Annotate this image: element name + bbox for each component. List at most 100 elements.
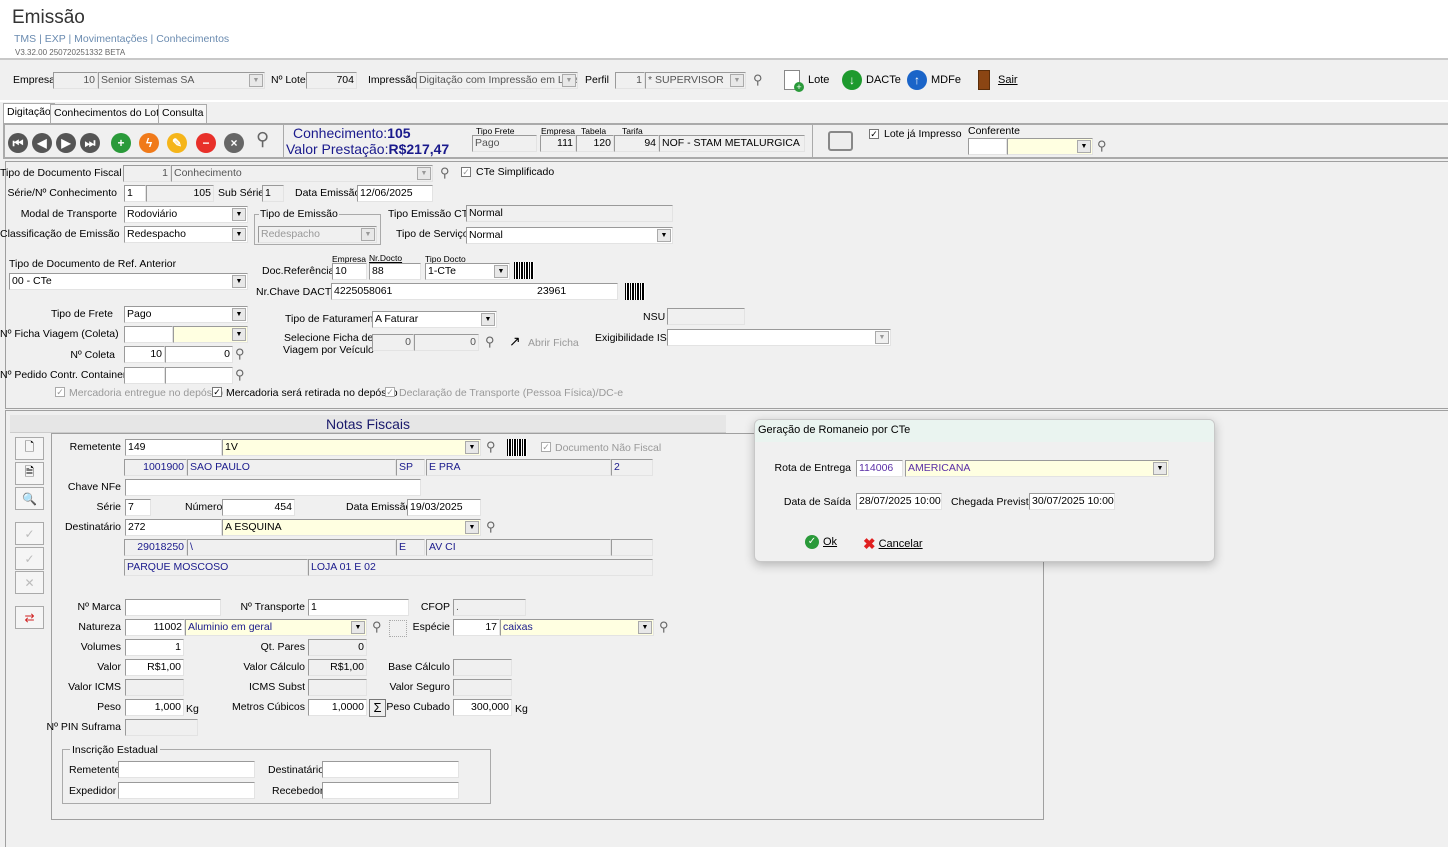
chevron-down-icon[interactable]: ▼: [465, 521, 479, 534]
chave-nfe-field[interactable]: [125, 479, 421, 496]
abrir-ficha-link[interactable]: Abrir Ficha: [528, 336, 579, 350]
docref-empresa-field[interactable]: 10: [332, 263, 367, 280]
exigibilidade-select[interactable]: ▼: [667, 329, 891, 346]
ie-recebedor-field[interactable]: [322, 782, 459, 799]
ref-anterior-select[interactable]: 00 - CTe ▼: [9, 273, 248, 290]
metros-field[interactable]: 1,0000: [308, 699, 367, 716]
numero-field[interactable]: 454: [222, 499, 295, 516]
saida-field[interactable]: 28/07/2025 10:00: [856, 493, 942, 510]
especie-select[interactable]: caixas ▼: [500, 619, 654, 636]
barcode-icon[interactable]: [625, 283, 645, 300]
doc-nao-fiscal-checkbox[interactable]: ✓: [541, 442, 551, 452]
transporte-field[interactable]: 1: [308, 599, 409, 616]
coleta-b[interactable]: 0: [165, 346, 233, 363]
tipo-servico-select[interactable]: Normal ▼: [466, 227, 673, 244]
cancelar-button[interactable]: ✖ Cancelar: [863, 535, 923, 553]
destinatario-code[interactable]: 272: [125, 519, 222, 536]
especie-code[interactable]: 17: [453, 619, 500, 636]
chevron-down-icon[interactable]: ▼: [657, 229, 671, 242]
barcode-icon[interactable]: [514, 262, 534, 279]
confirm-all-button[interactable]: ✓: [15, 547, 44, 570]
tab-digitacao[interactable]: Digitação: [3, 103, 55, 123]
chevron-down-icon[interactable]: ▼: [638, 621, 652, 634]
chevron-down-icon[interactable]: ▼: [465, 441, 479, 454]
ficha-viagem-code[interactable]: [124, 326, 173, 343]
classificacao-select[interactable]: Redespacho ▼: [124, 226, 248, 243]
chevron-down-icon[interactable]: ▼: [730, 74, 744, 87]
chevron-down-icon[interactable]: ▼: [494, 265, 508, 278]
search-icon[interactable]: ⚲: [1097, 139, 1111, 153]
conferente-code[interactable]: [968, 138, 1007, 155]
printer-icon[interactable]: [828, 131, 853, 151]
tipo-doc-select[interactable]: Conhecimento ▼: [171, 165, 433, 182]
remetente-code[interactable]: 149: [125, 439, 222, 456]
docref-nrdocto-field[interactable]: 88: [369, 263, 421, 280]
chegada-field[interactable]: 30/07/2025 10:00: [1029, 493, 1115, 510]
serie-field[interactable]: 1: [124, 185, 146, 202]
retirada-checkbox[interactable]: ✓: [212, 387, 222, 397]
chevron-down-icon[interactable]: ▼: [232, 275, 246, 288]
destinatario-select[interactable]: A ESQUINA ▼: [222, 519, 481, 536]
coleta-a[interactable]: 10: [124, 346, 165, 363]
dacte-button[interactable]: ↓ DACTe: [842, 70, 901, 90]
next-record-icon[interactable]: ▶: [56, 133, 76, 153]
peso-field[interactable]: 1,000: [125, 699, 184, 716]
breadcrumb[interactable]: TMS | EXP | Movimentações | Conhecimento…: [14, 33, 229, 45]
pedido-b[interactable]: [165, 367, 233, 384]
tipo-frete-select[interactable]: Pago ▼: [124, 306, 248, 323]
peso-cubado-field[interactable]: 300,000: [453, 699, 512, 716]
chevron-down-icon[interactable]: ▼: [562, 74, 576, 87]
search-icon[interactable]: ⚲: [372, 620, 386, 634]
ficha-viagem-select[interactable]: ▼: [173, 326, 248, 343]
search-icon[interactable]: ⚲: [753, 73, 767, 87]
empresa-select[interactable]: Senior Sistemas SA ▼: [98, 72, 265, 89]
conferente-select[interactable]: ▼: [1007, 138, 1093, 155]
chevron-down-icon[interactable]: ▼: [875, 331, 889, 344]
data-emissao-field[interactable]: 12/06/2025: [357, 185, 433, 202]
chevron-down-icon[interactable]: ▼: [232, 308, 246, 321]
cte-simplificado-checkbox[interactable]: ✓: [461, 167, 471, 177]
lightning-icon[interactable]: ϟ: [139, 133, 159, 153]
rota-select[interactable]: AMERICANA ▼: [905, 460, 1169, 477]
tab-consulta[interactable]: Consulta: [158, 104, 208, 123]
last-record-icon[interactable]: ⏭: [80, 133, 100, 153]
chevron-down-icon[interactable]: ▼: [1077, 140, 1091, 153]
search-icon[interactable]: ⚲: [485, 335, 499, 349]
chave-dacte-field[interactable]: 4225058061 23961: [331, 283, 618, 300]
ok-button[interactable]: ✓ Ok: [805, 535, 837, 549]
first-record-icon[interactable]: ⏮: [8, 133, 28, 153]
add-icon[interactable]: +: [111, 133, 131, 153]
natureza-code[interactable]: 11002: [125, 619, 185, 636]
search-icon[interactable]: ⚲: [235, 347, 249, 361]
remove-button[interactable]: ✕: [15, 571, 44, 594]
search-icon[interactable]: ⚲: [440, 166, 454, 180]
perfil-select[interactable]: * SUPERVISOR ▼: [645, 72, 746, 89]
lote-impresso-checkbox[interactable]: ✓: [869, 129, 879, 139]
tab-conhecimentos-do-lote[interactable]: Conhecimentos do Lote: [50, 104, 169, 123]
docref-tipo-select[interactable]: 1-CTe ▼: [425, 263, 510, 280]
lote-button[interactable]: + Lote: [784, 70, 829, 92]
ie-remetente-field[interactable]: [118, 761, 255, 778]
chevron-down-icon[interactable]: ▼: [249, 74, 263, 87]
chevron-down-icon[interactable]: ▼: [232, 228, 246, 241]
chevron-down-icon[interactable]: ▼: [351, 621, 365, 634]
search-icon[interactable]: ⚲: [659, 620, 673, 634]
mdfe-button[interactable]: ↑ MDFe: [907, 70, 961, 90]
edit-icon[interactable]: ✎: [167, 133, 187, 153]
delete-icon[interactable]: −: [196, 133, 216, 153]
chevron-down-icon[interactable]: ▼: [232, 208, 246, 221]
cancel-icon[interactable]: ×: [224, 133, 244, 153]
rota-code[interactable]: 114006: [856, 460, 903, 477]
modal-select[interactable]: Rodoviário ▼: [124, 206, 248, 223]
data-emissao-field[interactable]: 19/03/2025: [407, 499, 481, 516]
declaracao-checkbox[interactable]: ✓: [385, 387, 395, 397]
entregue-checkbox[interactable]: ✓: [55, 387, 65, 397]
serie-field[interactable]: 7: [125, 499, 151, 516]
search-icon[interactable]: ⚲: [486, 520, 500, 534]
search-icon[interactable]: ⚲: [256, 130, 270, 148]
ie-destinatario-field[interactable]: [322, 761, 459, 778]
search-icon[interactable]: ⚲: [235, 368, 249, 382]
volumes-field[interactable]: 1: [125, 639, 184, 656]
sair-button[interactable]: Sair: [978, 70, 1018, 90]
pedido-a[interactable]: [124, 367, 165, 384]
